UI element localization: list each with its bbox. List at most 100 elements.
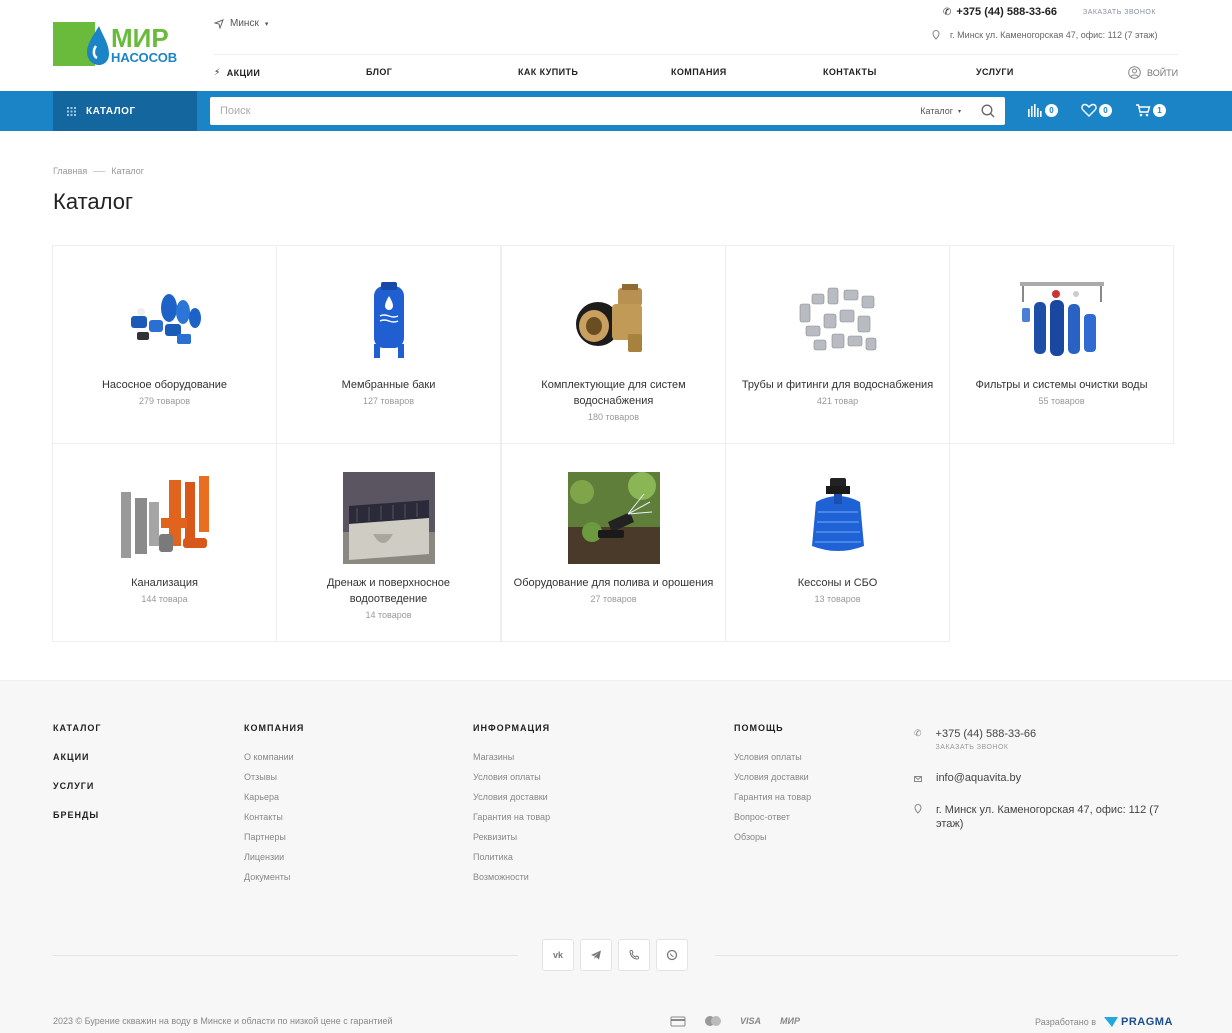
callback-link[interactable]: Заказать звонок <box>1083 9 1156 16</box>
category-card-pumps[interactable]: Насосное оборудование 279 товаров <box>52 245 277 444</box>
telegram-icon[interactable] <box>580 939 612 971</box>
compare-button[interactable]: 0 <box>1027 103 1058 117</box>
header-phone[interactable]: ✆ +375 (44) 588-33-66 <box>943 6 1057 18</box>
category-name: Канализация 144 товара <box>63 575 266 607</box>
cart-button[interactable]: 1 <box>1135 103 1166 117</box>
nav-services[interactable]: Услуги <box>976 67 1014 77</box>
footer-divider-right <box>715 955 1178 956</box>
nav-how-to-buy[interactable]: Как купить <box>518 67 578 77</box>
footer-link-help-payment[interactable]: Условия оплаты <box>734 752 802 762</box>
footer-divider-left <box>53 955 518 956</box>
footer-email[interactable]: info@aquavita.by <box>914 772 1021 784</box>
category-card-irrigation[interactable]: Оборудование для полива и орошения 27 тов… <box>501 443 726 642</box>
developer-credit-label: Разработано в <box>1035 1017 1096 1027</box>
pragma-logo-icon <box>1104 1017 1118 1027</box>
footer-link-promotions[interactable]: Акции <box>53 752 90 762</box>
search-scope-select[interactable]: Каталог ▾ <box>920 106 961 116</box>
category-name: Насосное оборудование 279 товаров <box>63 377 266 409</box>
whatsapp-icon[interactable] <box>656 939 688 971</box>
login-link[interactable]: Войти <box>1128 66 1178 79</box>
nav-company[interactable]: Компания <box>671 67 727 77</box>
header-phone-number: +375 (44) 588-33-66 <box>956 6 1057 18</box>
footer-link-documents[interactable]: Документы <box>244 872 290 882</box>
heart-icon <box>1081 103 1097 117</box>
footer-link-reviews[interactable]: Отзывы <box>244 772 277 782</box>
map-pin-icon <box>914 804 922 814</box>
footer-link-services[interactable]: Услуги <box>53 781 94 791</box>
header-address-text: г. Минск ул. Каменогорская 47, офис: 112… <box>950 30 1158 40</box>
category-name: Трубы и фитинги для водоснабжения 421 тов… <box>736 377 939 409</box>
footer-link-help-delivery[interactable]: Условия доставки <box>734 772 809 782</box>
breadcrumb-separator <box>93 170 106 172</box>
map-pin-icon <box>932 30 940 40</box>
category-count: 27 товаров <box>590 594 637 604</box>
category-count: 127 товаров <box>362 396 415 406</box>
footer-link-career[interactable]: Карьера <box>244 792 279 802</box>
caisson-image <box>812 478 864 551</box>
breadcrumb-home[interactable]: Главная <box>53 166 87 176</box>
search-icon[interactable] <box>981 104 995 118</box>
footer-link-brands[interactable]: Бренды <box>53 810 99 820</box>
category-card-filters[interactable]: Фильтры и системы очистки воды 55 товаров <box>949 245 1174 444</box>
category-card-components[interactable]: Комплектующие для систем водоснабжения 18… <box>501 245 726 444</box>
footer-company-heading: Компания <box>244 723 305 733</box>
footer-link-about[interactable]: О компании <box>244 752 294 762</box>
footer-link-help-warranty[interactable]: Гарантия на товар <box>734 792 811 802</box>
user-icon <box>1128 66 1141 79</box>
city-selector[interactable]: Минск ▾ <box>214 18 268 29</box>
footer-link-partners[interactable]: Партнеры <box>244 832 286 842</box>
vk-icon[interactable]: vk <box>542 939 574 971</box>
footer-info-heading: Информация <box>473 723 551 733</box>
footer-phone[interactable]: ✆ +375 (44) 588-33-66 Заказать звонок <box>914 728 1036 751</box>
developer-credit[interactable]: Разработано в PRAGMA <box>1035 1016 1173 1028</box>
category-card-pipes[interactable]: Трубы и фитинги для водоснабжения 421 тов… <box>725 245 950 444</box>
login-label: Войти <box>1147 67 1179 78</box>
footer-link-contacts[interactable]: Контакты <box>244 812 283 822</box>
category-grid: Насосное оборудование 279 товаров Мембран… <box>52 245 1175 644</box>
category-card-membrane-tanks[interactable]: Мембранные баки 127 товаров <box>276 245 501 444</box>
nav-contacts[interactable]: Контакты <box>823 67 877 77</box>
nav-blog[interactable]: Блог <box>366 67 392 77</box>
site-logo[interactable]: МИР НАСОСОВ <box>53 22 185 66</box>
footer-link-catalog[interactable]: Каталог <box>53 723 102 733</box>
footer-link-payment[interactable]: Условия оплаты <box>473 772 541 782</box>
footer-link-shops[interactable]: Магазины <box>473 752 514 762</box>
compare-count: 0 <box>1045 103 1058 117</box>
footer-link-faq[interactable]: Вопрос-ответ <box>734 812 790 822</box>
category-card-drainage[interactable]: Дренаж и поверхносное водоотведение 14 то… <box>276 443 501 642</box>
drainage-channel-image <box>343 472 435 564</box>
membrane-tank-image <box>374 282 404 358</box>
category-name: Кессоны и СБО 13 товаров <box>736 575 939 607</box>
compare-icon <box>1028 104 1042 117</box>
footer-link-warranty[interactable]: Гарантия на товар <box>473 812 550 822</box>
footer-link-policy[interactable]: Политика <box>473 852 513 862</box>
favorites-count: 0 <box>1099 103 1112 117</box>
category-count: 279 товаров <box>138 396 191 406</box>
site-footer <box>0 680 1232 1033</box>
breadcrumb: Главная Каталог <box>53 166 144 176</box>
chevron-down-icon: ▾ <box>264 20 269 28</box>
footer-email-text: info@aquavita.by <box>936 772 1022 784</box>
footer-link-licenses[interactable]: Лицензии <box>244 852 284 862</box>
category-card-caissons[interactable]: Кессоны и СБО 13 товаров <box>725 443 950 642</box>
category-name: Комплектующие для систем водоснабжения 18… <box>512 377 715 425</box>
category-name: Дренаж и поверхносное водоотведение 14 то… <box>287 575 490 623</box>
footer-address-text: г. Минск ул. Каменогорская 47, офис: 112… <box>936 804 1160 830</box>
nav-promotions[interactable]: ⚡ Акции <box>214 67 260 78</box>
search-input[interactable] <box>220 105 921 117</box>
lightning-icon: ⚡ <box>214 67 221 77</box>
footer-link-requisites[interactable]: Реквизиты <box>473 832 517 842</box>
catalog-menu-button[interactable]: КАТАЛОГ <box>53 91 197 131</box>
footer-link-reviews-articles[interactable]: Обзоры <box>734 832 766 842</box>
footer-link-features[interactable]: Возможности <box>473 872 529 882</box>
favorites-button[interactable]: 0 <box>1081 103 1112 117</box>
cart-icon <box>1136 104 1151 117</box>
pumps-image <box>131 294 201 344</box>
footer-help-heading: Помощь <box>734 723 784 733</box>
category-card-sewer[interactable]: Канализация 144 товара <box>52 443 277 642</box>
catalog-button-label: КАТАЛОГ <box>86 105 136 117</box>
phone-icon: ✆ <box>943 6 952 18</box>
footer-callback-link[interactable]: Заказать звонок <box>936 744 1037 751</box>
viber-icon[interactable] <box>618 939 650 971</box>
footer-link-delivery[interactable]: Условия доставки <box>473 792 548 802</box>
